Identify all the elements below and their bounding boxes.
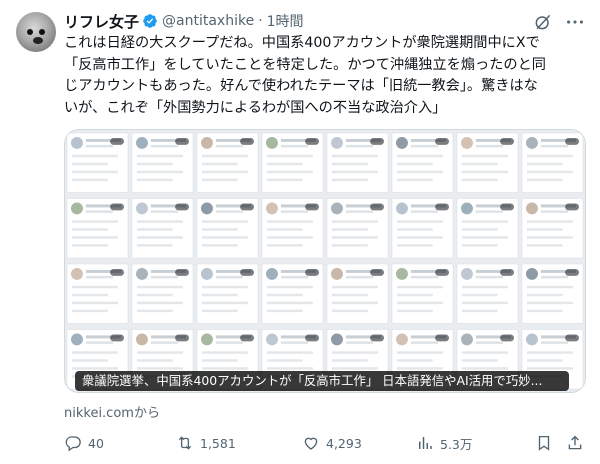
reply-icon [65,436,81,452]
account-thumb [131,263,194,324]
account-thumb [521,132,584,193]
avatar-nose [33,37,43,44]
bookmark-button[interactable] [535,432,559,454]
repost-icon [178,436,192,450]
account-thumb [196,263,259,324]
timestamp[interactable]: 1時間 [267,11,304,31]
separator-dot: · [258,13,263,29]
link-card[interactable]: 衆議院選挙、中国系400アカウントが「反高市工作」 日本語発信やAI活用で巧妙.… [64,129,586,393]
tweet-text-line: これは日経の大スクープだね。中国系400アカウントが衆院選期間中にXで [64,35,540,51]
account-thumb [456,198,519,259]
account-thumb [391,263,454,324]
display-name[interactable]: リフレ女子 [64,11,139,32]
account-thumb [326,263,389,324]
account-thumb [131,198,194,259]
account-thumb [261,198,324,259]
tweet-header: リフレ女子 @antitaxhike · 1時間 [64,10,304,32]
account-thumb [391,198,454,259]
bookmark-icon [538,435,550,451]
account-thumb [456,263,519,324]
account-thumb [261,132,324,193]
views-icon [419,437,432,449]
avatar-eye-left [27,29,33,35]
account-thumb [521,263,584,324]
account-thumb [66,263,129,324]
views-button[interactable]: 5.3万 [416,432,472,454]
repost-button[interactable]: 1,581 [176,432,236,454]
grok-icon[interactable] [533,12,553,32]
card-image [65,130,585,392]
account-thumb [326,132,389,193]
card-source[interactable]: nikkei.comから [64,402,160,421]
like-count: 4,293 [326,435,362,451]
account-thumb [196,132,259,193]
like-button[interactable]: 4,293 [302,432,362,454]
views-count: 5.3万 [440,436,473,452]
account-thumb [456,132,519,193]
account-thumb [131,132,194,193]
verified-badge-icon [143,14,157,28]
account-thumb [261,263,324,324]
reply-count: 40 [88,435,104,451]
account-thumb [326,198,389,259]
account-thumb [66,132,129,193]
avatar[interactable] [16,12,56,52]
tweet-text: これは日経の大スクープだね。中国系400アカウントが衆院選期間中にXで 「反高市… [64,33,588,119]
more-icon[interactable] [564,12,586,32]
account-thumb [196,198,259,259]
avatar-eye-right [39,29,45,35]
tweet-text-line: いが、これぞ「外国勢力によるわが国への不当な政治介入」 [64,99,447,116]
share-button[interactable] [566,432,590,454]
tweet-text-line: 「反高市工作」をしていたことを特定した。かつて沖縄独立を煽ったのと同 [64,56,546,73]
account-thumb [391,132,454,193]
heart-icon [304,437,318,450]
card-title: 衆議院選挙、中国系400アカウントが「反高市工作」 日本語発信やAI活用で巧妙.… [75,371,569,391]
share-icon [568,435,582,450]
reply-button[interactable]: 40 [64,432,104,454]
account-thumb [521,198,584,259]
action-bar: 40 1,581 4,293 5.3万 [64,432,588,454]
repost-count: 1,581 [200,435,236,451]
handle[interactable]: @antitaxhike [162,13,254,29]
tweet-text-line: じアカウントもあった。好んで使われたテーマは「旧統一教会」。驚きはな [64,78,538,94]
account-thumb [66,198,129,259]
